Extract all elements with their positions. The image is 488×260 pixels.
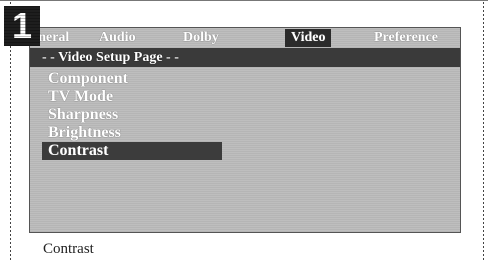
tab-audio[interactable]: Audio — [99, 29, 136, 47]
osd-setup-screen: eneral Audio Dolby Video Preference - - … — [29, 27, 461, 234]
right-dotted-rule — [483, 2, 484, 260]
menu-item-sharpness[interactable]: Sharpness — [42, 106, 222, 124]
help-bar: Contrast — [29, 232, 461, 260]
video-setup-menu: Component TV Mode Sharpness Brightness C… — [42, 70, 222, 160]
tab-dolby[interactable]: Dolby — [183, 29, 219, 47]
help-text: Contrast — [43, 241, 94, 257]
menu-item-brightness[interactable]: Brightness — [42, 124, 222, 142]
page-title-bar: - - Video Setup Page - - — [30, 48, 460, 67]
manual-illustration: 1 eneral Audio Dolby Video Preference - … — [0, 0, 488, 260]
menu-item-tv-mode[interactable]: TV Mode — [42, 88, 222, 106]
tab-preference[interactable]: Preference — [374, 29, 438, 47]
top-rule — [0, 0, 488, 1]
menu-item-component[interactable]: Component — [42, 70, 222, 88]
menu-item-contrast[interactable]: Contrast — [42, 142, 222, 160]
tab-video[interactable]: Video — [285, 29, 332, 47]
step-number-badge: 1 — [4, 6, 40, 46]
setup-tab-bar: eneral Audio Dolby Video Preference — [30, 28, 460, 48]
